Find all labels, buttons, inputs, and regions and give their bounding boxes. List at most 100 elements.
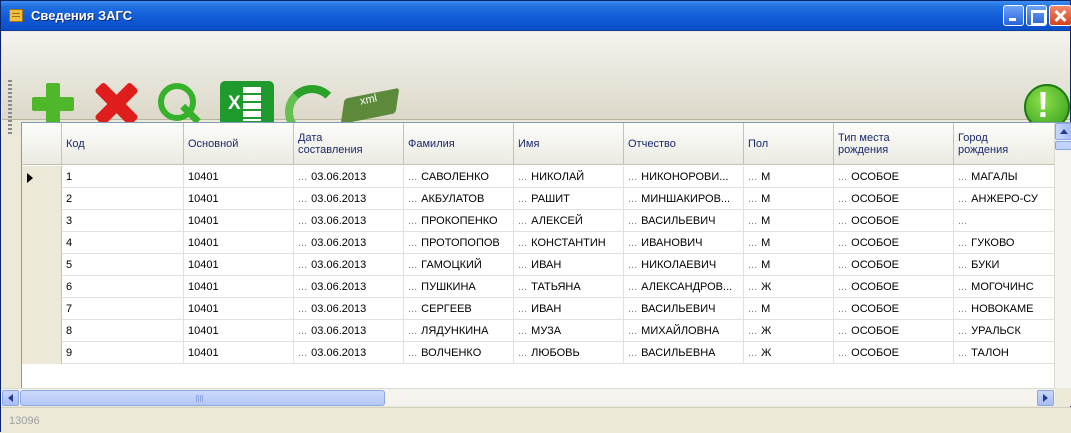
- cell-surname[interactable]: ... ВОЛЧЕНКО: [404, 342, 514, 364]
- cell-sex[interactable]: ... М: [744, 210, 834, 232]
- cell-sex[interactable]: ... Ж: [744, 276, 834, 298]
- row-header[interactable]: [22, 188, 62, 210]
- cell-code[interactable]: 1: [62, 166, 184, 188]
- table-row[interactable]: 7 10401... 03.06.2013... СЕРГЕЕВ... ИВАН... В…: [22, 298, 1071, 320]
- cell-compiled-date[interactable]: ... 03.06.2013: [294, 276, 404, 298]
- toolbar-grip[interactable]: [8, 80, 12, 135]
- cell-birthplace-type[interactable]: ... ОСОБОЕ: [834, 232, 954, 254]
- row-header-corner[interactable]: [22, 123, 62, 165]
- cell-compiled-date[interactable]: ... 03.06.2013: [294, 232, 404, 254]
- cell-surname[interactable]: ... СЕРГЕЕВ: [404, 298, 514, 320]
- cell-code[interactable]: 8: [62, 320, 184, 342]
- cell-primary[interactable]: 10401: [184, 342, 294, 364]
- cell-surname[interactable]: ... САВОЛЕНКО: [404, 166, 514, 188]
- cell-patronymic[interactable]: ... МИНШАКИРОВ...: [624, 188, 744, 210]
- row-header[interactable]: [22, 342, 62, 364]
- cell-patronymic[interactable]: ... НИКОНОРОВИ...: [624, 166, 744, 188]
- row-header[interactable]: [22, 254, 62, 276]
- column-header-first-name[interactable]: Имя: [514, 123, 624, 165]
- cell-first-name[interactable]: ... ИВАН: [514, 254, 624, 276]
- cell-code[interactable]: 7: [62, 298, 184, 320]
- cell-first-name[interactable]: ... РАШИТ: [514, 188, 624, 210]
- cell-first-name[interactable]: ... ТАТЬЯНА: [514, 276, 624, 298]
- cell-surname[interactable]: ... ЛЯДУНКИНА: [404, 320, 514, 342]
- cell-birth-city[interactable]: ... ГУКОВО: [954, 232, 1056, 254]
- table-row[interactable]: 9 10401... 03.06.2013... ВОЛЧЕНКО... ЛЮБОВЬ.…: [22, 342, 1071, 364]
- cell-birthplace-type[interactable]: ... ОСОБОЕ: [834, 188, 954, 210]
- cell-primary[interactable]: 10401: [184, 254, 294, 276]
- vertical-scrollbar[interactable]: [1054, 123, 1071, 404]
- column-header-birthplace-type[interactable]: Тип места рождения: [834, 123, 954, 165]
- cell-birth-city[interactable]: ... МОГОЧИНС: [954, 276, 1056, 298]
- cell-patronymic[interactable]: ... ВАСИЛЬЕВИЧ: [624, 298, 744, 320]
- cell-sex[interactable]: ... М: [744, 254, 834, 276]
- column-header-birth-city[interactable]: Город рождения: [954, 123, 1056, 165]
- data-grid[interactable]: Код Основной Дата составления Фамилия Имя Отч…: [21, 122, 1071, 405]
- cell-patronymic[interactable]: ... ВАСИЛЬЕВИЧ: [624, 210, 744, 232]
- table-row[interactable]: 1 10401... 03.06.2013... САВОЛЕНКО... НИКОЛА…: [22, 166, 1071, 188]
- cell-birthplace-type[interactable]: ... ОСОБОЕ: [834, 298, 954, 320]
- cell-sex[interactable]: ... Ж: [744, 342, 834, 364]
- cell-compiled-date[interactable]: ... 03.06.2013: [294, 298, 404, 320]
- cell-birth-city[interactable]: ... АНЖЕРО-СУ: [954, 188, 1056, 210]
- cell-birthplace-type[interactable]: ... ОСОБОЕ: [834, 320, 954, 342]
- column-header-primary[interactable]: Основной: [184, 123, 294, 165]
- scroll-left-arrow-icon[interactable]: [2, 390, 19, 406]
- cell-patronymic[interactable]: ... ИВАНОВИЧ: [624, 232, 744, 254]
- cell-sex[interactable]: ... Ж: [744, 320, 834, 342]
- horizontal-scroll-thumb[interactable]: [20, 390, 385, 406]
- cell-primary[interactable]: 10401: [184, 276, 294, 298]
- column-header-code[interactable]: Код: [62, 123, 184, 165]
- cell-birthplace-type[interactable]: ... ОСОБОЕ: [834, 210, 954, 232]
- cell-compiled-date[interactable]: ... 03.06.2013: [294, 166, 404, 188]
- cell-birth-city[interactable]: ... МАГАЛЫ: [954, 166, 1056, 188]
- cell-compiled-date[interactable]: ... 03.06.2013: [294, 342, 404, 364]
- cell-patronymic[interactable]: ... ВАСИЛЬЕВНА: [624, 342, 744, 364]
- row-header[interactable]: [22, 210, 62, 232]
- row-header[interactable]: [22, 232, 62, 254]
- cell-first-name[interactable]: ... МУЗА: [514, 320, 624, 342]
- row-header[interactable]: [22, 320, 62, 342]
- title-bar[interactable]: Сведения ЗАГС: [1, 1, 1071, 31]
- cell-first-name[interactable]: ... ИВАН: [514, 298, 624, 320]
- cell-sex[interactable]: ... М: [744, 232, 834, 254]
- cell-compiled-date[interactable]: ... 03.06.2013: [294, 210, 404, 232]
- cell-first-name[interactable]: ... АЛЕКСЕЙ: [514, 210, 624, 232]
- column-header-sex[interactable]: Пол: [744, 123, 834, 165]
- cell-patronymic[interactable]: ... МИХАЙЛОВНА: [624, 320, 744, 342]
- cell-birth-city[interactable]: ...: [954, 210, 1056, 232]
- cell-primary[interactable]: 10401: [184, 188, 294, 210]
- minimize-button[interactable]: [1003, 5, 1024, 26]
- cell-primary[interactable]: 10401: [184, 298, 294, 320]
- table-row[interactable]: 8 10401... 03.06.2013... ЛЯДУНКИНА... МУЗА..…: [22, 320, 1071, 342]
- cell-patronymic[interactable]: ... АЛЕКСАНДРОВ...: [624, 276, 744, 298]
- cell-birth-city[interactable]: ... ТАЛОН: [954, 342, 1056, 364]
- cell-sex[interactable]: ... М: [744, 166, 834, 188]
- cell-birthplace-type[interactable]: ... ОСОБОЕ: [834, 254, 954, 276]
- column-header-patronymic[interactable]: Отчество: [624, 123, 744, 165]
- horizontal-scrollbar[interactable]: [1, 388, 1071, 406]
- cell-compiled-date[interactable]: ... 03.06.2013: [294, 254, 404, 276]
- cell-surname[interactable]: ... ПРОКОПЕНКО: [404, 210, 514, 232]
- cell-first-name[interactable]: ... КОНСТАНТИН: [514, 232, 624, 254]
- cell-compiled-date[interactable]: ... 03.06.2013: [294, 320, 404, 342]
- table-row[interactable]: 2 10401... 03.06.2013... АКБУЛАТОВ... РАШИТ.…: [22, 188, 1071, 210]
- cell-code[interactable]: 6: [62, 276, 184, 298]
- scroll-right-arrow-icon[interactable]: [1037, 390, 1054, 406]
- table-row[interactable]: 4 10401... 03.06.2013... ПРОТОПОПОВ... КОНСТ…: [22, 232, 1071, 254]
- cell-primary[interactable]: 10401: [184, 232, 294, 254]
- table-row[interactable]: 6 10401... 03.06.2013... ПУШКИНА... ТАТЬЯНА.…: [22, 276, 1071, 298]
- cell-birthplace-type[interactable]: ... ОСОБОЕ: [834, 276, 954, 298]
- row-header[interactable]: [22, 276, 62, 298]
- cell-primary[interactable]: 10401: [184, 320, 294, 342]
- cell-primary[interactable]: 10401: [184, 210, 294, 232]
- cell-code[interactable]: 5: [62, 254, 184, 276]
- cell-surname[interactable]: ... ГАМОЦКИЙ: [404, 254, 514, 276]
- column-header-surname[interactable]: Фамилия: [404, 123, 514, 165]
- maximize-button[interactable]: [1026, 5, 1047, 26]
- table-row[interactable]: 3 10401... 03.06.2013... ПРОКОПЕНКО... АЛЕКС…: [22, 210, 1071, 232]
- column-header-compiled-date[interactable]: Дата составления: [294, 123, 404, 165]
- cell-primary[interactable]: 10401: [184, 166, 294, 188]
- cell-patronymic[interactable]: ... НИКОЛАЕВИЧ: [624, 254, 744, 276]
- cell-birth-city[interactable]: ... НОВОКАМЕ: [954, 298, 1056, 320]
